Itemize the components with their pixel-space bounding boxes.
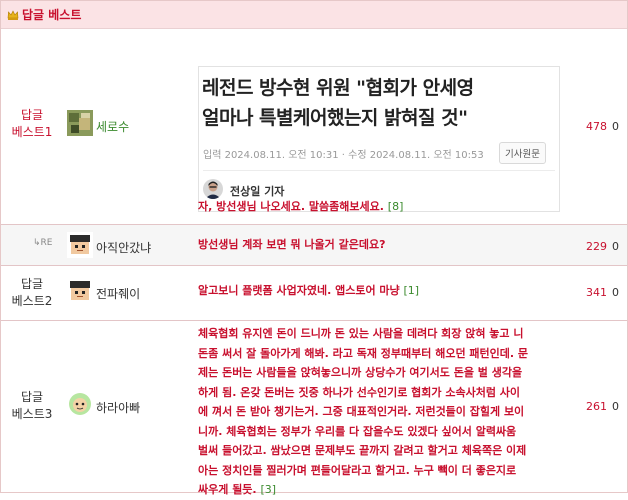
comment-text: 자, 방선생님 나오세요. 말씀좀해보세요. [8] — [198, 200, 404, 213]
like-count[interactable]: 341 — [586, 286, 607, 299]
reply-count[interactable]: [1] — [404, 284, 420, 297]
reply-best-panel: 답글 베스트 답글 베스트1 세로수 레전드 방수현 위원 "협회가 안세영 얼… — [0, 0, 628, 496]
panel-header: 답글 베스트 — [1, 1, 627, 29]
best-reply-row-2: 답글 베스트2 전파줴이 알고보니 플랫폼 사업자였네. 앱스토어 마냥 [1]… — [1, 266, 627, 321]
dislike-count[interactable]: 0 — [612, 240, 619, 253]
comment-text: 방선생님 계좌 보면 뭐 나올거 같은데요? — [198, 238, 386, 251]
rank-label: 답글 베스트1 — [11, 108, 53, 139]
dislike-count[interactable]: 0 — [612, 400, 619, 413]
comment-text: 체육협회 유지엔 돈이 드니까 돈 있는 사람을 데려다 회장 앉혀 놓고 니 … — [198, 327, 529, 496]
avatar[interactable] — [67, 232, 93, 258]
like-count[interactable]: 478 — [586, 120, 607, 133]
reply-count[interactable]: [3] — [260, 483, 276, 496]
avatar[interactable] — [67, 391, 93, 417]
news-timestamp: 입력 2024.08.11. 오전 10:31 · 수정 2024.08.11.… — [203, 150, 484, 161]
news-card-image[interactable]: 레전드 방수현 위원 "협회가 안세영 얼마나 특별케어했는지 밝혀질 것" 입… — [198, 66, 560, 212]
nickname[interactable]: 전파줴이 — [96, 285, 140, 302]
nickname[interactable]: 하라아빠 — [96, 399, 140, 416]
dislike-count[interactable]: 0 — [612, 120, 619, 133]
like-count[interactable]: 261 — [586, 400, 607, 413]
reply-row: ↳RE 아직안갔냐 방선생님 계좌 보면 뭐 나올거 같은데요? 229 0 — [1, 225, 627, 266]
reply-count[interactable]: [8] — [388, 200, 404, 213]
source-article-button: 기사원문 — [499, 142, 546, 164]
divider — [203, 170, 555, 171]
crown-icon — [7, 9, 19, 20]
nickname[interactable]: 세로수 — [96, 118, 129, 135]
rank-label: 답글 베스트3 — [11, 390, 53, 421]
avatar[interactable] — [67, 278, 93, 304]
rank-label: 답글 베스트2 — [11, 277, 53, 308]
avatar[interactable] — [67, 110, 93, 136]
like-count[interactable]: 229 — [586, 240, 607, 253]
panel-title: 답글 베스트 — [22, 8, 82, 22]
dislike-count[interactable]: 0 — [612, 286, 619, 299]
reply-arrow-icon: ↳RE — [33, 238, 53, 248]
best-reply-row-3: 답글 베스트3 하라아빠 체육협회 유지엔 돈이 드니까 돈 있는 사람을 데려… — [1, 321, 627, 496]
best-reply-row-1: 답글 베스트1 세로수 레전드 방수현 위원 "협회가 안세영 얼마나 특별케어… — [1, 30, 627, 225]
comment-text: 알고보니 플랫폼 사업자였네. 앱스토어 마냥 [1] — [198, 284, 420, 297]
news-headline: 레전드 방수현 위원 "협회가 안세영 얼마나 특별케어했는지 밝혀질 것" — [202, 77, 474, 129]
nickname[interactable]: 아직안갔냐 — [96, 239, 151, 256]
reporter-avatar — [203, 179, 223, 199]
